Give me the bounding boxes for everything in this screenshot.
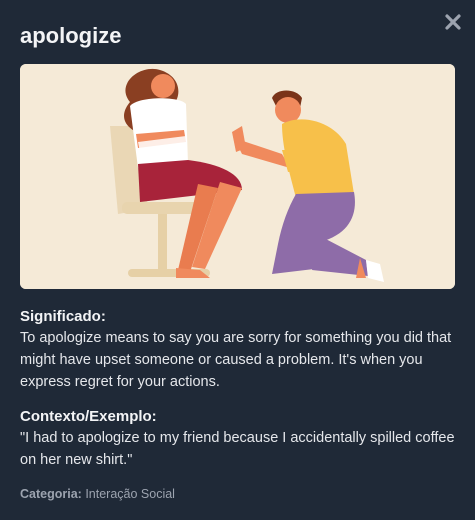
word-card: apologize Significado: To apologize mean… [0, 0, 475, 520]
close-icon [445, 14, 461, 30]
close-button[interactable] [443, 12, 463, 32]
category-label: Categoria: [20, 487, 82, 501]
word-title: apologize [20, 23, 122, 48]
apology-illustration [20, 64, 455, 289]
category-line: Categoria: Interação Social [20, 485, 455, 503]
example-text: "I had to apologize to my friend because… [20, 430, 455, 468]
meaning-section: Significado: To apologize means to say y… [20, 307, 455, 393]
category-value: Interação Social [85, 487, 175, 501]
example-section: Contexto/Exemplo: "I had to apologize to… [20, 407, 455, 471]
example-label: Contexto/Exemplo: [20, 408, 157, 425]
meaning-text: To apologize means to say you are sorry … [20, 330, 452, 390]
meaning-label: Significado: [20, 308, 106, 325]
